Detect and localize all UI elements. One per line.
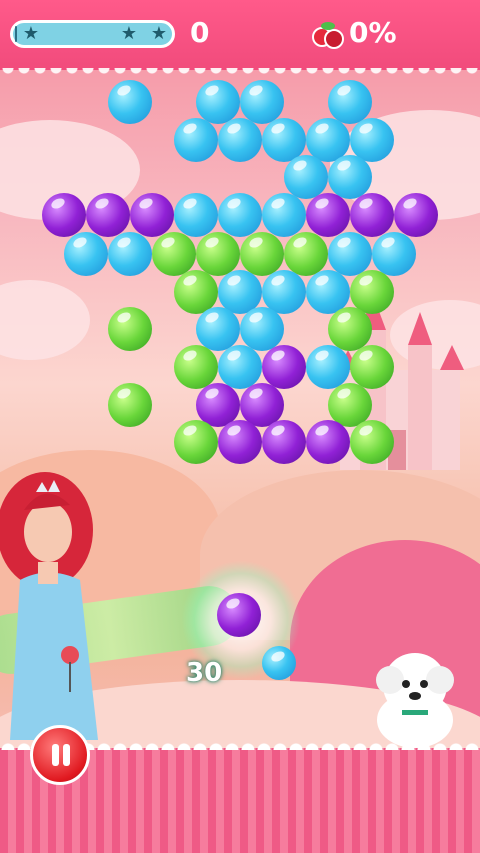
top-hud: ★ ★ ★ 0 0% [0,0,480,78]
blue-bubble [196,307,240,351]
green-bubble [196,232,240,276]
green-bubble [108,307,152,351]
green-bubble [284,232,328,276]
purple-bubble [86,193,130,237]
green-bubble [174,345,218,389]
green-bubble [240,232,284,276]
game-screen[interactable]: ★ ★ ★ 0 0% 30 [0,0,480,853]
blue-bubble [240,80,284,124]
purple-bubble [394,193,438,237]
purple-bubble [262,345,306,389]
blue-bubble [328,80,372,124]
blue-bubble [240,307,284,351]
goal-percent: 0% [349,16,397,49]
star-icon: ★ [22,23,40,44]
cherry-icon [312,22,344,49]
current-bubble[interactable] [217,593,261,637]
blue-bubble [218,118,262,162]
blue-bubble [328,155,372,199]
blue-bubble [262,193,306,237]
blue-bubble [218,193,262,237]
blue-bubble [64,232,108,276]
next-bubble[interactable] [262,646,296,680]
purple-bubble [130,193,174,237]
purple-bubble [306,193,350,237]
star-icon: ★ [150,23,168,44]
blue-bubble [108,80,152,124]
pause-icon [52,744,59,766]
blue-bubble [218,345,262,389]
green-bubble [152,232,196,276]
star-icon: ★ [120,23,138,44]
purple-bubble [306,420,350,464]
pause-icon [63,744,70,766]
purple-bubble [42,193,86,237]
purple-bubble [350,193,394,237]
shots-remaining: 30 [186,658,223,688]
green-bubble [174,420,218,464]
score-counter: 0 [190,16,210,49]
green-bubble [350,345,394,389]
pause-button[interactable] [30,725,90,785]
green-bubble [328,307,372,351]
progress-fill [15,26,17,42]
star-progress-bar: ★ ★ ★ [10,20,175,48]
blue-bubble [174,118,218,162]
green-bubble [108,383,152,427]
green-bubble [350,420,394,464]
purple-bubble [262,420,306,464]
blue-bubble [284,155,328,199]
princess-character [0,472,98,740]
blue-bubble [372,232,416,276]
blue-bubble [174,193,218,237]
blue-bubble [328,232,372,276]
puppy-character [376,653,454,748]
blue-bubble [306,345,350,389]
purple-bubble [218,420,262,464]
blue-bubble [108,232,152,276]
blue-bubble [196,80,240,124]
